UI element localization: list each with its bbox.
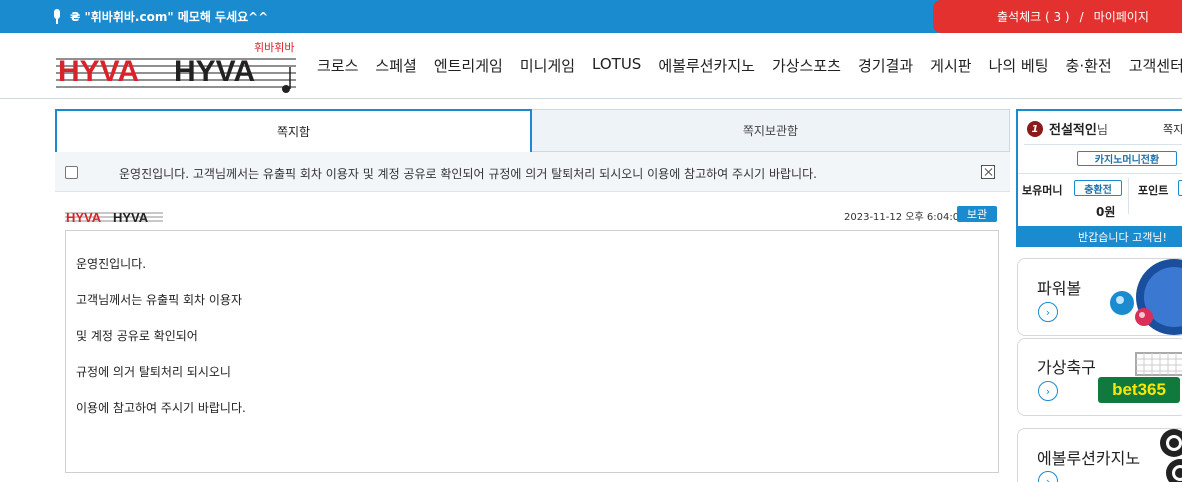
rank-badge: 1 (1027, 121, 1043, 137)
point-label: 포인트 (1138, 184, 1169, 197)
message-subject[interactable]: 운영진입니다. 고객님께서는 유출픽 회차 이용자 및 계정 공유로 확인되어 … (119, 165, 817, 182)
tab-saved[interactable]: 쪽지보관함 (532, 109, 1010, 152)
top-right-menu: 출석체크 ( 3 ) / 마이페이지 (933, 0, 1182, 33)
game-card-virtual-soccer[interactable]: 가상축구 › bet365 (1017, 338, 1182, 416)
message-line: 고객님께서는 유출픽 회차 이용자 (76, 293, 243, 307)
nav-item[interactable]: 고객센터 (1129, 55, 1182, 76)
welcome-bar: 반갑습니다 고객님! (1018, 226, 1182, 247)
message-body: 운영진입니다. 고객님께서는 유출픽 회차 이용자및 계정 공유로 확인되어규정에… (65, 230, 999, 473)
powerball-graphic (1110, 259, 1182, 335)
select-checkbox[interactable] (65, 166, 78, 179)
nav-item[interactable]: 경기결과 (858, 55, 913, 76)
chevron-right-icon[interactable]: › (1038, 381, 1058, 401)
divider (1024, 144, 1182, 145)
game-name: 에볼루션카지노 (1037, 449, 1141, 468)
message-date: 2023-11-12 오후 6:04:00 (844, 212, 966, 223)
soccer-goal-graphic (1135, 352, 1182, 376)
balance-row: 보유머니 충환전 포인트 0원 (1018, 173, 1182, 219)
close-icon[interactable] (981, 165, 995, 179)
nav-item[interactable]: 게시판 (930, 55, 971, 76)
money-label: 보유머니 (1022, 184, 1063, 197)
nav-item[interactable]: 엔트리게임 (434, 55, 503, 76)
nav-item[interactable]: 가상스포츠 (772, 55, 841, 76)
mypage-link[interactable]: 마이페이지 (1094, 8, 1149, 25)
user-panel: 1 전설적인님 쪽지 카지노머니전환 보유머니 충환전 포인트 0원 반갑습니다… (1016, 109, 1182, 247)
chevron-right-icon[interactable]: › (1038, 471, 1058, 482)
top-bar: ₴ "휘바휘바.com" 메모해 두세요^^ 출석체크 ( 3 ) / 마이페이… (0, 0, 1182, 33)
point-button[interactable] (1178, 180, 1182, 196)
main-nav: 크로스 스페셜 엔트리게임 미니게임 LOTUS 에볼루션카지노 가상스포츠 경기결과 게시판 나… (317, 55, 1182, 76)
svg-text:HYVA: HYVA (58, 55, 139, 88)
bet365-badge: bet365 (1098, 377, 1180, 403)
message-line: 규정에 의거 탈퇴처리 되시오니 (76, 365, 231, 379)
nav-item[interactable]: 미니게임 (520, 55, 575, 76)
menu-separator: / (1079, 9, 1084, 24)
attendance-link[interactable]: 출석체크 ( 3 ) (997, 8, 1070, 25)
tab-inbox[interactable]: 쪽지함 (55, 109, 532, 152)
message-line: 운영진입니다. (76, 257, 147, 271)
casino-money-convert-button[interactable]: 카지노머니전환 (1077, 151, 1177, 166)
nav-item[interactable]: 나의 베팅 (989, 55, 1049, 76)
memo-text: ₴ "휘바휘바.com" 메모해 두세요^^ (70, 10, 269, 24)
charge-exchange-button[interactable]: 충환전 (1074, 180, 1122, 196)
microphone-icon (52, 8, 62, 25)
site-logo[interactable]: HYVA HYVA 휘바휘바 (56, 37, 300, 95)
nav-item[interactable]: 크로스 (317, 55, 358, 76)
divider (1128, 178, 1129, 214)
game-name: 가상축구 (1037, 358, 1096, 377)
svg-text:휘바휘바: 휘바휘바 (254, 41, 294, 54)
game-card-evolution-casino[interactable]: 에볼루션카지노 › (1017, 428, 1182, 482)
message-header: HYVA HYVA 2023-11-12 오후 6:04:00 보관 (55, 200, 1010, 228)
game-card-powerball[interactable]: 파워볼 › (1017, 258, 1182, 336)
nav-item[interactable]: 충·환전 (1066, 55, 1112, 76)
message-line: 이용에 참고하여 주시기 바랍니다. (76, 401, 246, 415)
sender-logo: HYVA HYVA (65, 210, 163, 225)
nav-item[interactable]: LOTUS (592, 55, 641, 76)
username: 전설적인님 (1049, 123, 1108, 138)
nav-item[interactable]: 스페셜 (375, 55, 416, 76)
casino-chips-graphic (1160, 429, 1182, 482)
message-line: 및 계정 공유로 확인되어 (76, 329, 198, 343)
game-name: 파워볼 (1037, 279, 1082, 298)
memo-banner: ₴ "휘바휘바.com" 메모해 두세요^^ (52, 8, 268, 25)
chevron-right-icon[interactable]: › (1038, 302, 1058, 322)
message-link[interactable]: 쪽지 (1163, 121, 1182, 137)
svg-text:HYVA: HYVA (66, 210, 102, 225)
money-value: 0원 (1096, 205, 1116, 219)
svg-text:HYVA: HYVA (113, 210, 149, 225)
message-tabs: 쪽지함 쪽지보관함 (55, 109, 1010, 152)
header: HYVA HYVA 휘바휘바 크로스 스페셜 엔트리게임 미니게임 LOTUS 에볼루션카… (0, 33, 1182, 99)
svg-text:HYVA: HYVA (174, 55, 255, 88)
keep-button[interactable]: 보관 (957, 206, 997, 222)
message-list-row[interactable]: 운영진입니다. 고객님께서는 유출픽 회차 이용자 및 계정 공유로 확인되어 … (55, 152, 1010, 192)
nav-item[interactable]: 에볼루션카지노 (658, 55, 755, 76)
